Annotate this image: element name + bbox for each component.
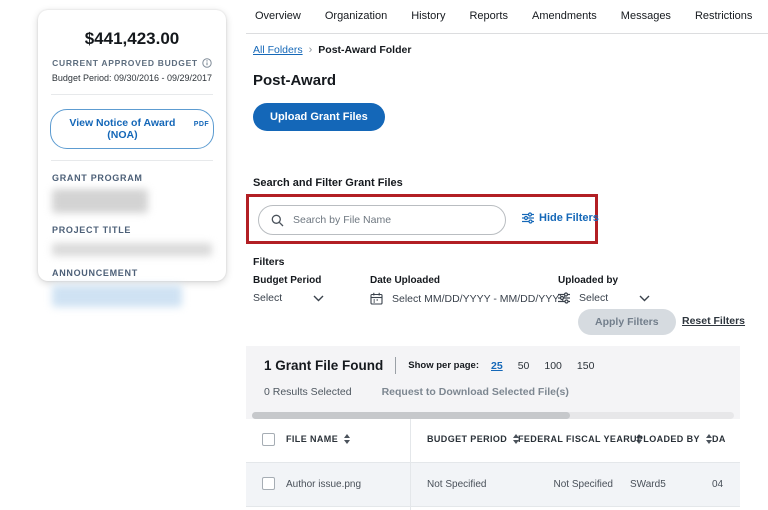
cell-file-name: Author issue.png bbox=[286, 479, 361, 490]
budget-summary-card: $441,423.00 CURRENT APPROVED BUDGET Budg… bbox=[38, 10, 226, 281]
page-size-options: 25 50 100 150 bbox=[491, 360, 594, 372]
hide-filters-toggle[interactable]: Hide Filters bbox=[522, 212, 599, 224]
breadcrumb: All Folders › Post-Award Folder bbox=[253, 44, 411, 56]
reset-filters-link[interactable]: Reset Filters bbox=[682, 315, 745, 327]
header-uploaded-by[interactable]: UPLOADED BY bbox=[630, 434, 712, 444]
uploaded-by-select-value: Select bbox=[579, 292, 608, 304]
approved-budget-amount: $441,423.00 bbox=[46, 29, 218, 49]
header-budget-period[interactable]: BUDGET PERIOD bbox=[427, 434, 519, 444]
table-row[interactable]: Author issue.png Not Specified Not Speci… bbox=[246, 463, 740, 507]
filter-sliders-icon bbox=[558, 292, 570, 304]
card-divider bbox=[51, 94, 213, 95]
view-noa-label: View Notice of Award (NOA) bbox=[55, 117, 190, 141]
chevron-down-icon bbox=[639, 295, 650, 302]
table-header-row: FILE NAME BUDGET PERIOD FEDERAL FISCAL Y… bbox=[246, 419, 740, 463]
project-title-label: PROJECT TITLE bbox=[52, 225, 212, 235]
results-panel: 1 Grant File Found Show per page: 25 50 … bbox=[246, 346, 740, 510]
chevron-down-icon bbox=[313, 295, 324, 302]
tab-messages[interactable]: Messages bbox=[621, 0, 671, 35]
header-date-uploaded-clipped[interactable]: DA bbox=[712, 434, 726, 444]
file-search-field[interactable] bbox=[258, 205, 506, 235]
search-icon bbox=[271, 214, 284, 227]
date-uploaded-value: Select MM/DD/YYYY - MM/DD/YYYY bbox=[392, 293, 566, 305]
filter-sliders-icon bbox=[522, 212, 534, 224]
cell-federal-fiscal-year: Not Specified bbox=[518, 479, 613, 490]
cell-budget-period: Not Specified bbox=[427, 479, 486, 490]
announcement-label: ANNOUNCEMENT bbox=[52, 268, 212, 278]
filters-heading: Filters bbox=[253, 256, 285, 268]
breadcrumb-separator: › bbox=[309, 44, 313, 56]
info-icon[interactable] bbox=[202, 58, 212, 68]
search-section-heading: Search and Filter Grant Files bbox=[253, 177, 403, 189]
sort-icon[interactable] bbox=[706, 434, 712, 444]
results-summary-row: 1 Grant File Found Show per page: 25 50 … bbox=[264, 357, 594, 374]
grant-files-page: $441,423.00 CURRENT APPROVED BUDGET Budg… bbox=[0, 0, 768, 510]
row-checkbox[interactable] bbox=[262, 477, 275, 490]
announcement-value-redacted bbox=[52, 285, 182, 307]
show-per-page-label: Show per page: bbox=[408, 360, 479, 371]
budget-period-select[interactable]: Select bbox=[253, 292, 324, 304]
tab-amendments[interactable]: Amendments bbox=[532, 0, 597, 35]
page-title: Post-Award bbox=[253, 72, 336, 89]
download-selected-link[interactable]: Request to Download Selected File(s) bbox=[382, 386, 569, 398]
view-noa-button[interactable]: View Notice of Award (NOA) PDF bbox=[50, 109, 214, 149]
page-size-50[interactable]: 50 bbox=[518, 360, 530, 372]
approved-budget-label-row: CURRENT APPROVED BUDGET bbox=[38, 58, 226, 68]
breadcrumb-all-folders-link[interactable]: All Folders bbox=[253, 44, 303, 56]
date-uploaded-picker[interactable]: Select MM/DD/YYYY - MM/DD/YYYY bbox=[370, 292, 566, 305]
section-tabbar: Overview Organization History Reports Am… bbox=[246, 0, 768, 34]
project-title-value-redacted bbox=[52, 243, 212, 256]
approved-budget-label: CURRENT APPROVED BUDGET bbox=[52, 58, 198, 68]
cell-uploaded-by: SWard5 bbox=[630, 479, 666, 490]
budget-period-select-value: Select bbox=[253, 292, 282, 304]
hide-filters-label: Hide Filters bbox=[539, 212, 599, 224]
scrollbar-thumb[interactable] bbox=[252, 412, 570, 419]
grant-program-label: GRANT PROGRAM bbox=[52, 173, 212, 183]
tab-restrictions[interactable]: Restrictions bbox=[695, 0, 752, 35]
results-selected-count: 0 Results Selected bbox=[264, 386, 352, 398]
date-uploaded-filter-label: Date Uploaded bbox=[370, 275, 440, 286]
sort-icon[interactable] bbox=[344, 434, 350, 444]
search-input[interactable] bbox=[293, 214, 493, 226]
header-federal-fiscal-year[interactable]: FEDERAL FISCAL YEAR bbox=[518, 434, 642, 444]
selection-row: 0 Results Selected Request to Download S… bbox=[264, 386, 569, 398]
breadcrumb-current-folder: Post-Award Folder bbox=[318, 44, 411, 56]
cell-date-uploaded-clipped: 04 bbox=[712, 479, 723, 490]
budget-period-filter-label: Budget Period bbox=[253, 275, 321, 286]
uploaded-by-select[interactable]: Select bbox=[558, 292, 650, 304]
tab-history[interactable]: History bbox=[411, 0, 445, 35]
upload-grant-files-button[interactable]: Upload Grant Files bbox=[253, 103, 385, 131]
grant-files-table: FILE NAME BUDGET PERIOD FEDERAL FISCAL Y… bbox=[246, 419, 740, 510]
budget-period-text: Budget Period: 09/30/2016 - 09/29/2017 bbox=[38, 73, 226, 83]
uploaded-by-filter-label: Uploaded by bbox=[558, 275, 618, 286]
table-horizontal-scrollbar[interactable] bbox=[252, 412, 734, 419]
page-size-25[interactable]: 25 bbox=[491, 360, 503, 372]
card-divider bbox=[51, 160, 213, 161]
tab-overview[interactable]: Overview bbox=[255, 0, 301, 35]
calendar-icon bbox=[370, 292, 383, 305]
header-file-name[interactable]: FILE NAME bbox=[286, 434, 350, 444]
select-all-checkbox[interactable] bbox=[262, 433, 275, 446]
tab-reports[interactable]: Reports bbox=[469, 0, 508, 35]
apply-filters-button[interactable]: Apply Filters bbox=[578, 309, 676, 335]
tab-organization[interactable]: Organization bbox=[325, 0, 387, 35]
page-size-150[interactable]: 150 bbox=[577, 360, 595, 372]
vertical-divider bbox=[395, 357, 396, 374]
results-count: 1 Grant File Found bbox=[264, 358, 383, 373]
sticky-column-divider bbox=[410, 419, 411, 510]
page-size-100[interactable]: 100 bbox=[544, 360, 562, 372]
noa-pdf-suffix: PDF bbox=[194, 121, 209, 128]
grant-program-value-redacted bbox=[52, 189, 148, 213]
